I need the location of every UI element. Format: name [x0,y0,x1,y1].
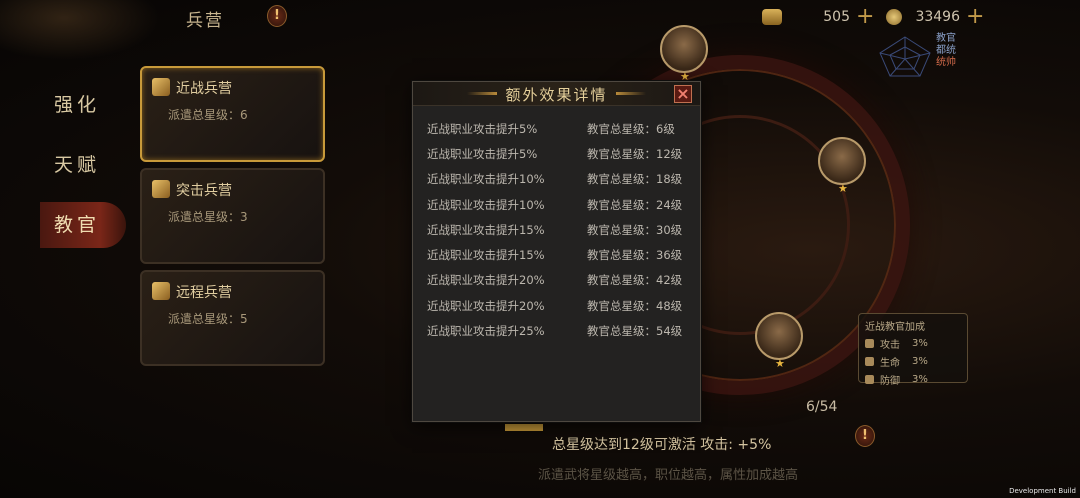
effect-requirement: 教官总星级：48级 [587,298,683,313]
dev-build-label: Development Build [1009,487,1076,495]
nav-tab-instructor[interactable]: 教官 [40,202,126,248]
shield-icon [865,375,874,384]
add-gold-ingot-button[interactable]: + [856,6,874,28]
bonus-label: 攻击 [880,340,900,351]
legend-marshal: 统帅 [936,57,956,68]
list-item: 近战职业攻击提升20% 教官总星级：48级 [427,293,697,318]
legend-instructor: 教官 [936,33,956,44]
barracks-card-ranged[interactable]: 远程兵营 派遣总星级：5 [140,270,325,366]
resource-gold-ingot: 505 + [762,6,874,28]
effect-requirement: 教官总星级：24级 [587,197,683,212]
effect-text: 近战职业攻击提升5% [427,146,538,161]
effect-requirement: 教官总星级：18级 [587,172,683,187]
card-subtitle: 派遣总星级：5 [168,312,248,326]
effect-text: 近战职业攻击提升5% [427,121,538,136]
nav-tab-enhance[interactable]: 强化 [40,82,126,128]
list-item: 近战职业攻击提升25% 教官总星级：54级 [427,318,697,343]
general-portrait-3[interactable] [755,312,803,360]
general-portrait-2[interactable] [818,137,866,185]
effect-text: 近战职业攻击提升20% [427,298,545,313]
bow-icon [152,282,170,300]
list-item: 近战职业攻击提升20% 教官总星级：42级 [427,268,697,293]
effect-requirement: 教官总星级：30级 [587,222,683,237]
bonus-label: 生命 [880,358,900,369]
star-progress-text: 6/54 [806,399,838,415]
bonus-row-attack: 攻击 3% [865,336,961,351]
sword-icon [152,78,170,96]
add-coin-button[interactable]: + [966,6,984,28]
effect-text: 近战职业攻击提升25% [427,324,545,339]
dispatch-hint: 派遣武将星级越高，职位越高，属性加成越高 [538,468,799,483]
info-alert-icon[interactable]: ! [855,425,875,447]
effect-text: 近战职业攻击提升10% [427,172,545,187]
bonus-value: 3% [912,374,928,385]
effect-requirement: 教官总星级：36级 [587,248,683,263]
dragon-emblem [0,0,160,60]
card-title: 远程兵营 [176,285,232,301]
coin-value: 33496 [915,9,960,25]
coin-icon [886,9,902,25]
nav-tab-talent[interactable]: 天赋 [40,142,126,188]
resource-coin: 33496 + [886,6,984,28]
effect-text: 近战职业攻击提升10% [427,197,545,212]
alert-icon[interactable]: ! [267,5,287,27]
barracks-card-assault[interactable]: 突击兵营 派遣总星级：3 [140,168,325,264]
bonus-label: 防御 [880,376,900,387]
effect-requirement: 教官总星级：42级 [587,273,683,288]
horse-icon [152,180,170,198]
card-title: 突击兵营 [176,183,232,199]
effect-text: 近战职业攻击提升15% [427,222,545,237]
star-icon: ★ [838,182,848,195]
list-item: 近战职业攻击提升10% 教官总星级：24级 [427,192,697,217]
effect-list: 近战职业攻击提升5% 教官总星级：6级 近战职业攻击提升5% 教官总星级：12级… [427,116,697,344]
bonus-row-health: 生命 3% [865,354,961,369]
star-progress-bar [505,424,543,431]
list-item: 近战职业攻击提升15% 教官总星级：36级 [427,242,697,267]
melee-instructor-bonus-panel: 近战教官加成 攻击 3% 生命 3% 防御 3% [858,313,968,387]
page-title: 兵营 [186,11,224,31]
bonus-value: 3% [912,338,928,349]
header-ornament-icon [616,92,646,95]
close-button[interactable]: × [674,85,692,103]
bonus-value: 3% [912,356,928,367]
bonus-panel-title: 近战教官加成 [865,322,925,333]
list-item: 近战职业攻击提升15% 教官总星级：30级 [427,217,697,242]
effect-requirement: 教官总星级：6级 [587,121,675,136]
effect-text: 近战职业攻击提升15% [427,248,545,263]
list-item: 近战职业攻击提升5% 教官总星级：12级 [427,141,697,166]
card-subtitle: 派遣总星级：3 [168,210,248,224]
gold-ingot-value: 505 [823,9,850,25]
effect-text: 近战职业攻击提升20% [427,273,545,288]
barracks-card-melee[interactable]: 近战兵营 派遣总星级：6 [140,66,325,162]
general-portrait-1[interactable] [660,25,708,73]
effect-requirement: 教官总星级：12级 [587,146,683,161]
legend-commander: 都统 [936,45,956,56]
heart-icon [865,357,874,366]
attack-icon [865,339,874,348]
card-subtitle: 派遣总星级：6 [168,108,248,122]
star-icon: ★ [775,357,785,370]
list-item: 近战职业攻击提升10% 教官总星级：18级 [427,167,697,192]
dialog-title: 额外效果详情 [505,86,608,104]
card-title: 近战兵营 [176,81,232,97]
gold-ingot-icon [762,9,782,25]
extra-effect-details-dialog: 额外效果详情 × 近战职业攻击提升5% 教官总星级：6级 近战职业攻击提升5% … [412,81,701,422]
effect-requirement: 教官总星级：54级 [587,324,683,339]
bonus-row-defense: 防御 3% [865,372,961,387]
rank-radar-chart [879,36,931,77]
radar-legend: 教官 都统 统帅 [936,33,956,69]
list-item: 近战职业攻击提升5% 教官总星级：6级 [427,116,697,141]
activation-requirement: 总星级达到12级可激活 攻击: +5% [552,437,772,453]
dialog-header: 额外效果详情 × [413,82,700,106]
